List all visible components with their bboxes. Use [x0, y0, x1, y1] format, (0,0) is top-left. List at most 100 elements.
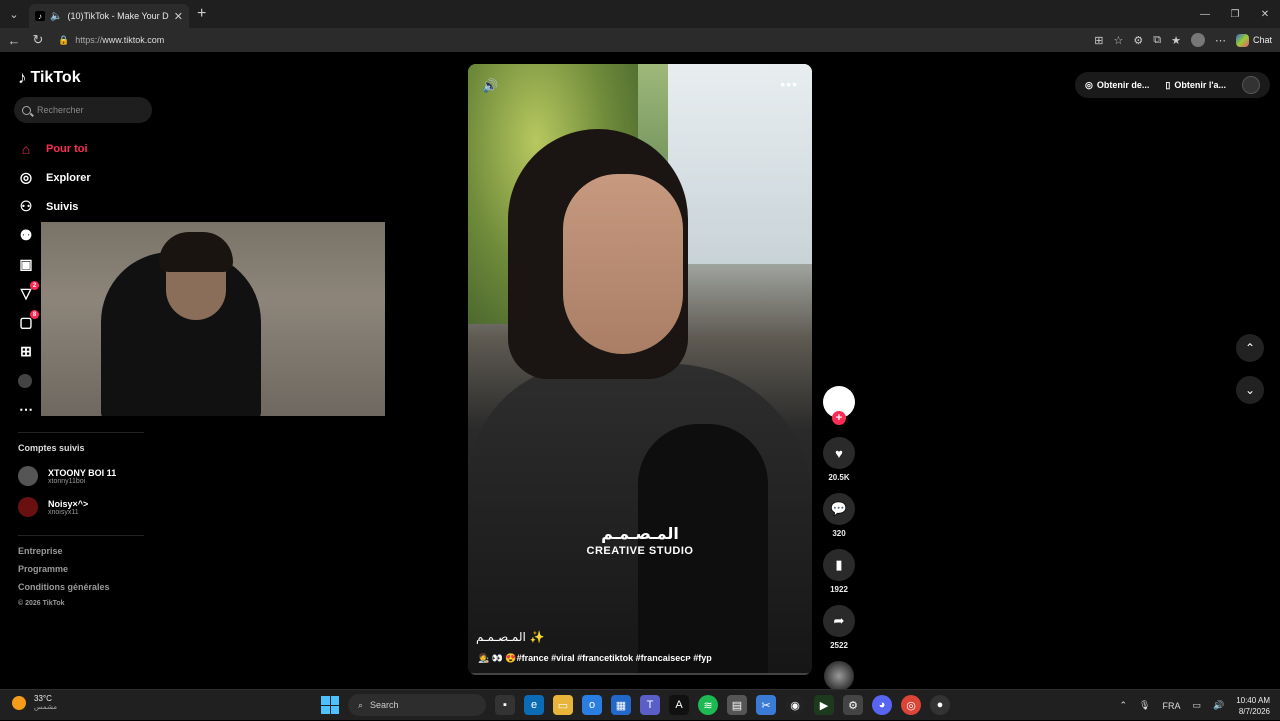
copilot-icon — [1235, 33, 1249, 47]
settings-icon[interactable]: ⚙ — [843, 695, 863, 715]
outlook-icon[interactable]: o — [582, 695, 602, 715]
like-button[interactable]: ♥ — [823, 437, 855, 469]
next-video-button[interactable]: ⌄ — [1236, 376, 1264, 404]
streamer-hair — [159, 232, 233, 272]
teams-icon[interactable]: T — [640, 695, 660, 715]
get-coins-button[interactable]: ◎ Obtenir de... — [1085, 80, 1149, 91]
creator-avatar[interactable]: + — [823, 386, 855, 425]
account-username: xnoisyx11 — [48, 508, 79, 516]
back-button[interactable]: ← — [2, 33, 26, 48]
windows-start-icon[interactable] — [321, 696, 339, 714]
weather-widget[interactable]: 33°C مشمس — [12, 694, 57, 711]
save-button[interactable]: ▮ — [823, 549, 855, 581]
action-rail: + ♥ 20.5K 💬 320 ▮ 1922 ➦ 2522 — [822, 386, 856, 691]
obs-icon[interactable]: ● — [930, 695, 950, 715]
get-app-label: Obtenir l'a... — [1174, 80, 1226, 90]
more-options-icon[interactable]: ••• — [780, 76, 798, 92]
volume-icon[interactable]: 🔊 — [482, 78, 498, 94]
taskbar-search[interactable]: ⌕ Search — [348, 694, 486, 716]
comment-icon: 💬 — [830, 501, 848, 516]
nav-for-you[interactable]: ⌂ Pour toi — [18, 134, 91, 163]
edge-icon[interactable]: e — [524, 695, 544, 715]
account-name: Noisy×^> — [48, 498, 89, 509]
task-view-icon[interactable]: ▪ — [495, 695, 515, 715]
browser-tab[interactable]: ♪ 🔈 (10)TikTok - Make Your Day ✕ — [29, 4, 189, 28]
nav-following[interactable]: ⚇ Suivis — [18, 192, 91, 221]
lock-icon: 🔒 — [58, 34, 70, 45]
maximize-button[interactable]: ❐ — [1220, 0, 1250, 28]
tray-chevron-icon[interactable]: ⌃ — [1119, 700, 1127, 711]
video-caption[interactable]: 🧑‍🎨 👀 😍#france #viral #francetiktok #fra… — [478, 653, 712, 664]
clock[interactable]: 10:40 AM 8/7/2026 — [1236, 695, 1270, 717]
more-options-icon[interactable]: ⋯ — [1215, 34, 1226, 47]
previous-video-button[interactable]: ⌃ — [1236, 334, 1264, 362]
share-icon: ➦ — [833, 613, 845, 628]
share-button[interactable]: ➦ — [823, 605, 855, 637]
video-progress-bar[interactable] — [468, 673, 812, 675]
nav-explore[interactable]: ◎ Explorer — [18, 163, 91, 192]
footer-link-company[interactable]: Entreprise — [18, 546, 110, 564]
app-available-icon[interactable]: ⊞ — [1094, 34, 1103, 47]
xbox-icon[interactable]: ◉ — [785, 695, 805, 715]
footer-link-terms[interactable]: Conditions générales — [18, 582, 110, 600]
video-player[interactable]: 🔊 ••• المـصـمـم CREATIVE STUDIO المـصـمـ… — [468, 64, 812, 675]
spotify-icon[interactable]: ≋ — [698, 695, 718, 715]
chrome-icon[interactable]: ◎ — [901, 695, 921, 715]
close-tab-icon[interactable]: ✕ — [174, 10, 183, 23]
like-count: 20.5K — [828, 473, 850, 482]
account-avatar — [18, 497, 38, 517]
close-window-button[interactable]: ✕ — [1250, 0, 1280, 28]
footer-link-program[interactable]: Programme — [18, 564, 110, 582]
system-tray: ⌃ 🎙 FRA ▭ 🔊 10:40 AM 8/7/2026 — [1119, 690, 1270, 721]
brand-name: TikTok — [30, 69, 81, 86]
save-count: 1922 — [830, 585, 848, 594]
profile-avatar[interactable] — [1190, 33, 1205, 47]
copilot-button[interactable]: Chat — [1235, 33, 1272, 47]
discord-icon[interactable]: ◕ — [872, 695, 892, 715]
search-input[interactable]: Rechercher — [14, 97, 152, 123]
profile-avatar — [18, 373, 32, 388]
user-avatar[interactable] — [1242, 76, 1260, 94]
collections-icon[interactable]: ⧉ — [1153, 34, 1161, 47]
follow-plus-icon[interactable]: + — [832, 411, 846, 425]
file-explorer-icon[interactable]: ▭ — [553, 695, 573, 715]
comment-button[interactable]: 💬 — [823, 493, 855, 525]
coin-icon: ◎ — [1085, 79, 1093, 90]
weather-desc: مشمس — [34, 703, 57, 711]
following-title: Comptes suivis — [18, 443, 85, 453]
followed-account[interactable]: Noisy×^> xnoisyx11 — [18, 497, 88, 517]
activity-badge: 2 — [30, 281, 39, 290]
tab-actions-menu[interactable]: ⌄ — [3, 3, 25, 25]
refresh-button[interactable]: ↻ — [26, 32, 50, 48]
minimize-button[interactable]: — — [1190, 0, 1220, 28]
tiktok-logo[interactable]: ♪ TikTok — [18, 68, 81, 88]
microphone-icon[interactable]: 🎙 — [1139, 700, 1150, 711]
tab-title: (10)TikTok - Make Your Day — [67, 11, 169, 21]
nav-label: Explorer — [46, 171, 91, 184]
browser-tab-bar: ⌄ ♪ 🔈 (10)TikTok - Make Your Day ✕ + — ❐… — [0, 0, 1280, 28]
language-indicator[interactable]: FRA — [1162, 701, 1180, 711]
account-name: XTOONY BOI 11 — [48, 467, 117, 478]
url-field[interactable]: 🔒 https://www.tiktok.com — [50, 30, 1050, 50]
store-icon[interactable]: ▦ — [611, 695, 631, 715]
sublime-icon[interactable]: ▶ — [814, 695, 834, 715]
video-author[interactable]: المـصـمـم ✨ — [476, 630, 545, 644]
volume-icon[interactable]: 🔊 — [1213, 700, 1224, 711]
speaker-icon[interactable]: 🔈 — [50, 11, 62, 22]
favorites-icon[interactable]: ★ — [1171, 34, 1181, 47]
compass-icon: ◎ — [19, 169, 33, 185]
terminal-icon[interactable]: A — [669, 695, 689, 715]
snipping-tool-icon[interactable]: ✂ — [756, 695, 776, 715]
favorite-star-icon[interactable]: ☆ — [1114, 34, 1124, 47]
account-avatar — [18, 466, 38, 486]
account-username: xtonny11boi — [48, 477, 86, 485]
extensions-icon[interactable]: ⚙ — [1133, 34, 1143, 47]
friends-icon: ⚉ — [19, 227, 33, 243]
music-disc[interactable] — [824, 661, 854, 691]
calculator-icon[interactable]: ▤ — [727, 695, 747, 715]
followed-account[interactable]: XTOONY BOI 11 xtonny11boi — [18, 466, 116, 486]
new-tab-button[interactable]: + — [197, 5, 206, 23]
get-app-button[interactable]: ▯ Obtenir l'a... — [1165, 80, 1226, 91]
network-icon[interactable]: ▭ — [1192, 700, 1201, 711]
user-follow-icon: ⚇ — [19, 198, 33, 214]
